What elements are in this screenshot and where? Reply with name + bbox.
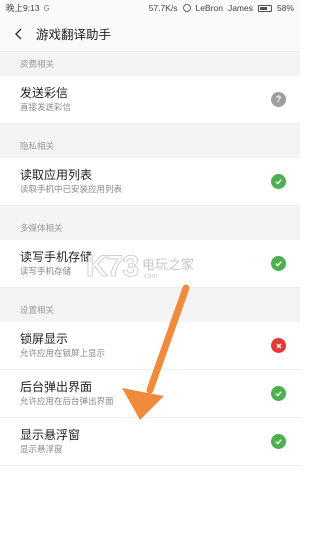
- permission-item[interactable]: 读取应用列表读取手机中已安装应用列表: [0, 158, 300, 206]
- check-icon[interactable]: [271, 434, 286, 449]
- section-gap: [0, 206, 300, 216]
- battery-percent: 58%: [276, 3, 294, 13]
- status-bar: 晚上9:13 G 57.7K/s LeBron James 58%: [0, 0, 300, 16]
- alarm-icon: [182, 4, 191, 12]
- permission-item[interactable]: 后台弹出界面允许应用在后台弹出界面: [0, 370, 300, 418]
- permission-subtitle: 允许应用在后台弹出界面: [20, 396, 114, 406]
- network-speed: 57.7K/s: [148, 3, 178, 13]
- cross-icon[interactable]: [271, 338, 286, 353]
- check-icon[interactable]: [271, 174, 286, 189]
- permission-item[interactable]: 锁屏显示允许应用在锁屏上显示: [0, 322, 300, 370]
- section-header: 资费相关: [0, 52, 300, 76]
- permission-subtitle: 显示悬浮窗: [20, 444, 63, 454]
- watermark: K73 电玩之家 .com: [85, 250, 195, 284]
- permission-subtitle: 读取手机中已安装应用列表: [20, 184, 123, 194]
- section-header: 设置相关: [0, 298, 300, 322]
- chevron-left-icon[interactable]: [10, 25, 28, 43]
- permission-item[interactable]: 发送彩信直接发送彩信?: [0, 76, 300, 124]
- notification-icon: G: [43, 3, 50, 13]
- permission-title: 后台弹出界面: [20, 380, 93, 394]
- permission-title: 显示悬浮窗: [20, 428, 81, 442]
- permission-title: 发送彩信: [20, 86, 69, 100]
- section-header: 隐私相关: [0, 134, 300, 158]
- section-gap: [0, 124, 300, 134]
- permission-title: 读取应用列表: [20, 168, 93, 182]
- carrier-2: James: [227, 3, 253, 13]
- watermark-url: .com: [142, 273, 158, 280]
- watermark-logo: K73: [85, 250, 139, 284]
- title-bar: 游戏翻译助手: [0, 16, 300, 52]
- permission-subtitle: 直接发送彩信: [20, 102, 72, 112]
- carrier-1: LeBron: [195, 3, 223, 13]
- permission-item[interactable]: 显示悬浮窗 显示悬浮窗: [0, 418, 300, 466]
- permission-subtitle: 允许应用在锁屏上显示: [20, 348, 106, 358]
- section-gap: [0, 288, 300, 298]
- section-header: 多媒体相关: [0, 216, 300, 240]
- check-icon[interactable]: [271, 256, 286, 271]
- clock: 晚上9:13: [6, 3, 40, 13]
- permission-title: 锁屏显示: [20, 332, 69, 346]
- check-icon[interactable]: [271, 386, 286, 401]
- watermark-text: 电玩之家: [142, 257, 195, 272]
- page-title: 游戏翻译助手: [36, 28, 112, 42]
- battery-icon: [257, 4, 272, 12]
- question-icon[interactable]: ?: [271, 92, 286, 107]
